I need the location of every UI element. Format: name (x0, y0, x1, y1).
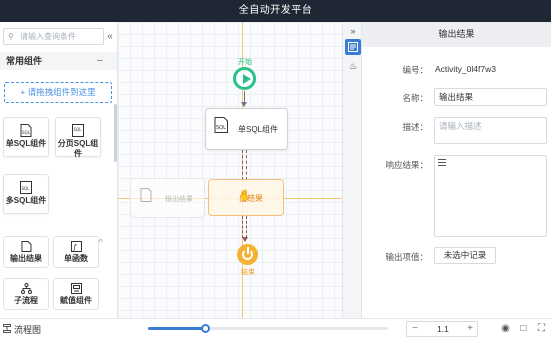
end-event-node[interactable] (237, 244, 258, 265)
zoom-slider-fill (148, 327, 206, 330)
common-section-title: 常用组件 (6, 56, 43, 66)
start-event-node[interactable] (233, 67, 256, 90)
common-section-header[interactable]: 常用组件 − (0, 52, 117, 70)
name-field[interactable]: 输出结果 (434, 88, 547, 106)
drop-zone[interactable]: + 请拖拽组件到这里 (4, 82, 112, 103)
id-label: 编号： (402, 65, 428, 75)
properties-header: 输出结果 (362, 22, 551, 47)
search-icon: ⚲ (8, 32, 14, 41)
output-file-icon (21, 241, 31, 252)
sql-page-icon: SQL (72, 124, 84, 137)
response-result-editor[interactable] (434, 155, 547, 237)
svg-text:SQL: SQL (74, 127, 83, 132)
output-file-icon (140, 188, 152, 202)
menu-icon (438, 159, 446, 168)
start-node-label: 开始 (238, 59, 252, 66)
sql-multi-icon: SQL (20, 181, 32, 194)
tool-output-result[interactable]: 输出结果 (3, 236, 49, 268)
zoom-slider-handle[interactable] (201, 324, 210, 333)
arrow-head (242, 237, 248, 242)
fullscreen-icon[interactable]: ⛶ (536, 323, 547, 334)
flow-edge-dashed[interactable] (242, 216, 243, 238)
properties-tab-icon[interactable] (345, 39, 361, 55)
svg-text:SQL: SQL (22, 130, 31, 135)
sql-file-icon: SQL (214, 117, 228, 133)
component-multi-sql[interactable]: SQL 多SQL组件 (3, 174, 49, 214)
component-single-sql[interactable]: SQL 单SQL组件 (3, 117, 49, 157)
zoom-out-button[interactable]: − (408, 322, 422, 336)
properties-panel: 输出结果 编号： Activity_0l4f7w3 名称： 输出结果 描述： 请… (362, 22, 551, 318)
move-cursor-icon: ✋ (238, 190, 252, 202)
tool-assign[interactable]: 赋值组件 (53, 278, 99, 310)
expand-icon[interactable]: ^ (99, 234, 103, 250)
expand-right-icon[interactable]: » (347, 26, 359, 36)
flowchart-label: 流程图 (14, 325, 42, 335)
locate-icon[interactable]: ◉ (500, 323, 511, 334)
search-input[interactable] (20, 32, 100, 41)
app-title: 全自动开发平台 (0, 0, 551, 22)
flowchart-icon (3, 324, 11, 333)
paint-bucket-icon[interactable]: ♨ (346, 60, 360, 72)
name-label: 名称： (402, 93, 428, 103)
select-record-button[interactable]: 未选中记录 (434, 247, 496, 264)
search-box[interactable]: ⚲ (3, 28, 104, 45)
function-icon: f (70, 241, 82, 252)
svg-text:SQL: SQL (22, 186, 31, 191)
sql-file-icon: SQL (20, 124, 32, 137)
assign-icon (70, 283, 82, 294)
subflow-icon (20, 283, 32, 294)
svg-text:SQL: SQL (216, 125, 226, 131)
bottom-bar: 流程图 − 1.1 + ◉ □ ⛶ (0, 318, 551, 338)
output-item-label: 输出项值： (385, 252, 428, 262)
description-label: 描述： (402, 122, 428, 132)
single-sql-task-node[interactable]: SQL 单SQL组件 (205, 108, 288, 150)
component-page-sql[interactable]: SQL 分页SQL组件 (55, 117, 101, 158)
side-toolbar: » ♨ (342, 22, 362, 318)
flow-canvas[interactable]: 开始 SQL 单SQL组件 输出结果 出结果 结束 ✋ (118, 22, 342, 318)
dragging-ghost-node: 输出结果 (130, 178, 205, 218)
tool-single-function[interactable]: f 单函数 (53, 236, 99, 268)
response-label: 响应结果： (385, 160, 428, 170)
collapse-icon[interactable]: − (97, 52, 103, 70)
description-field[interactable]: 请输入描述 (434, 117, 547, 144)
zoom-value: 1.1 (437, 324, 449, 334)
arrow-head (241, 102, 247, 107)
flow-edge-dashed[interactable] (242, 150, 243, 180)
panel-scrollbar[interactable] (114, 104, 117, 162)
id-value: Activity_0l4f7w3 (435, 64, 496, 74)
flow-edge-dashed[interactable] (246, 216, 247, 238)
flow-edge-dashed[interactable] (246, 150, 247, 180)
collapse-panel-icon[interactable]: « (104, 30, 116, 43)
component-panel: ⚲ « 常用组件 − + 请拖拽组件到这里 SQL 单SQL组件 SQL 分页S… (0, 22, 118, 318)
minimap-icon[interactable]: □ (518, 323, 529, 334)
zoom-control: − 1.1 + (406, 321, 478, 337)
zoom-in-button[interactable]: + (463, 322, 477, 336)
tool-subflow[interactable]: 子流程 (3, 278, 49, 310)
end-node-label: 结束 (241, 269, 255, 276)
